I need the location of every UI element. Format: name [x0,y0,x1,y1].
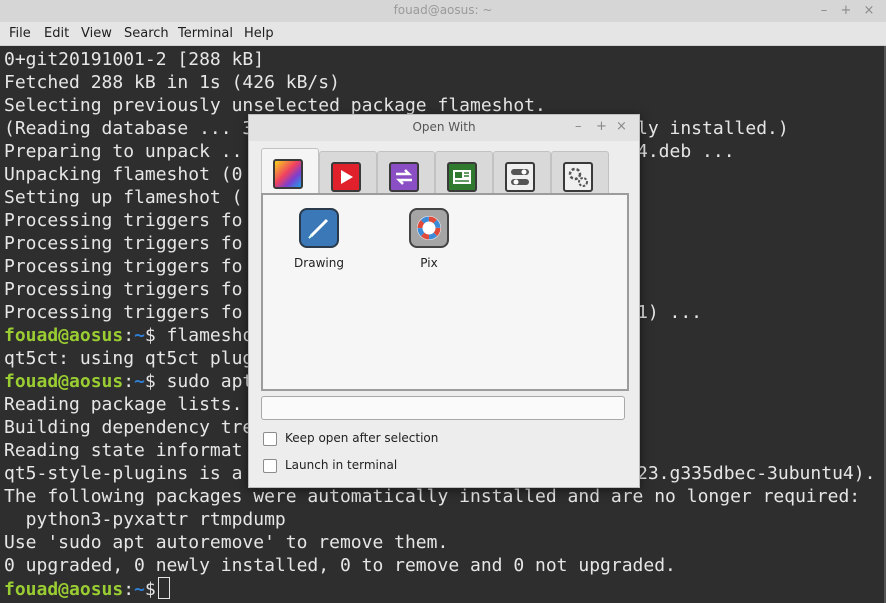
output-line: Setting up flameshot ( [4,187,243,208]
output-line: Processing triggers fo [4,302,243,323]
maximize-button[interactable]: + [837,2,855,20]
preferences-gears-icon [563,162,593,192]
output-line: Preparing to unpack .. [4,141,243,162]
checkbox-box[interactable] [263,459,277,473]
dialog-titlebar: Open With – + × [249,115,639,141]
prompt-line: fouad@aosus:~$ flamesho [4,324,253,347]
prompt-user: fouad@aosus [4,325,124,346]
output-line: Processing triggers fo [4,210,243,231]
minimize-button[interactable]: – [815,2,833,20]
menubar: File Edit View Search Terminal Help [0,22,886,46]
output-line: Unpacking flameshot (0 [4,164,243,185]
prompt-separator: : [123,371,135,392]
window-title: fouad@aosus: ~ [393,3,493,17]
checkbox-label: Keep open after selection [285,431,439,445]
prompt-command: flamesho [155,325,254,346]
dialog-minimize-button[interactable]: – [575,119,582,134]
checkbox-box[interactable] [263,432,277,446]
prompt-user: fouad@aosus [4,579,124,600]
dialog-maximize-button[interactable]: + [596,119,607,134]
prompt-user: fouad@aosus [4,371,124,392]
output-line: The following packages were automaticall… [4,486,861,507]
output-fragment: ly installed.) [637,118,789,139]
prompt-separator: : [123,325,135,346]
output-line: Processing triggers fo [4,233,243,254]
tab-multimedia[interactable] [319,151,377,194]
prompt-command: sudo apt [155,371,254,392]
menu-terminal[interactable]: Terminal [178,26,233,41]
app-pix[interactable]: Pix [389,208,469,270]
menu-help[interactable]: Help [244,26,274,41]
command-entry[interactable] [261,396,625,420]
output-line: Reading package lists. [4,394,243,415]
prompt-symbol: $ [144,579,156,600]
output-line: qt5-style-plugins is a [4,463,243,484]
office-icon [447,162,477,192]
keep-open-checkbox[interactable]: Keep open after selection [263,431,463,447]
drawing-app-icon [299,208,339,248]
tab-sharing[interactable] [377,151,435,194]
multimedia-icon [331,162,361,192]
menu-view[interactable]: View [81,26,112,41]
tab-settings-toggles[interactable] [493,151,551,194]
output-line: Processing triggers fo [4,256,243,277]
prompt-symbol: $ [144,325,156,346]
menu-search[interactable]: Search [124,26,169,41]
tab-office[interactable] [435,151,493,194]
graphics-icon [273,159,303,189]
prompt-line: fouad@aosus:~$ [4,577,170,601]
prompt-path: ~ [134,371,145,392]
pix-app-icon [409,208,449,248]
prompt-separator: : [123,579,135,600]
output-line: Reading state informat [4,440,243,461]
prompt-path: ~ [134,325,145,346]
output-fragment: 4.deb ... [637,141,735,162]
output-line: 0 upgraded, 0 newly installed, 0 to remo… [4,555,676,576]
dialog-close-button[interactable]: × [616,119,627,134]
tab-preferences[interactable] [551,151,609,194]
settings-toggle-icon [505,162,535,192]
terminal-titlebar: fouad@aosus: ~ – + × [0,0,886,23]
app-drawing[interactable]: Drawing [279,208,359,270]
output-fragment: 1) ... [637,302,703,323]
output-line: 0+git20191001-2 [288 kB] [4,49,265,70]
open-with-dialog: Open With – + × Drawing Pix Keep open af… [248,114,640,488]
output-line: Processing triggers fo [4,279,243,300]
output-fragment: 23.g335dbec-3ubuntu4). [637,463,876,484]
prompt-line: fouad@aosus:~$ sudo apt [4,370,253,393]
output-line: Building dependency tre [4,417,254,438]
menu-edit[interactable]: Edit [44,26,69,41]
app-label: Pix [420,256,438,270]
tab-graphics[interactable] [261,148,319,195]
menu-file[interactable]: File [9,26,31,41]
prompt-symbol: $ [144,371,156,392]
output-line: python3-pyxattr rtmpdump [4,509,286,530]
output-line: qt5ct: using qt5ct plug [4,348,254,369]
app-label: Drawing [294,256,344,270]
sharing-icon [389,162,419,192]
checkbox-label: Launch in terminal [285,458,398,472]
output-line: (Reading database ... 3 [4,118,254,139]
close-button[interactable]: × [860,2,878,20]
output-line: Fetched 288 kB in 1s (426 kB/s) [4,72,340,93]
output-line: Use 'sudo apt autoremove' to remove them… [4,532,449,553]
prompt-path: ~ [134,579,145,600]
launch-in-terminal-checkbox[interactable]: Launch in terminal [263,458,463,474]
text-cursor [157,577,170,599]
application-list: Drawing Pix [261,193,629,391]
